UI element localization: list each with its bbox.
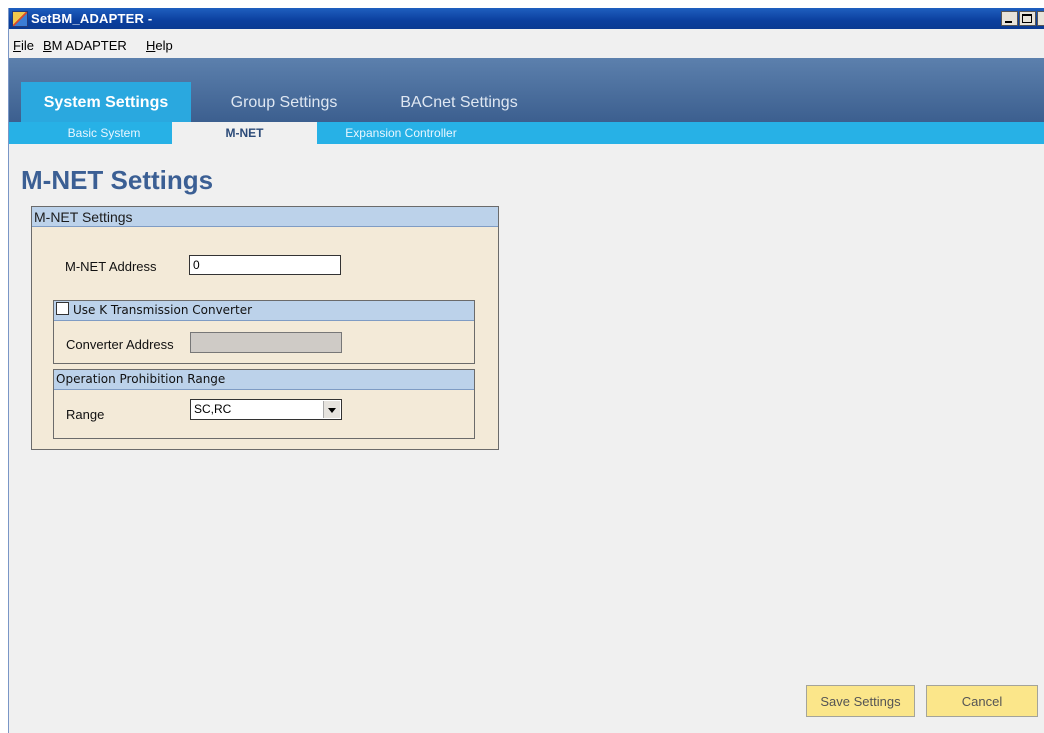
close-icon[interactable] — [1037, 11, 1044, 26]
app-window: SetBM_ADAPTER - File BM ADAPTER Help Sys… — [8, 8, 1044, 733]
tab-system-settings[interactable]: System Settings — [21, 82, 191, 122]
menu-bm-adapter-mnemonic: B — [43, 38, 52, 53]
menu-help[interactable]: Help — [146, 38, 173, 53]
subtab-expansion-controller[interactable]: Expansion Controller — [321, 122, 481, 144]
menu-file-label: ile — [20, 38, 34, 53]
range-select[interactable]: SC,RC — [190, 399, 342, 420]
page-title: M-NET Settings — [21, 165, 214, 195]
use-k-converter-checkbox[interactable] — [56, 302, 69, 315]
cancel-button[interactable]: Cancel — [926, 685, 1038, 717]
panel-header: M-NET Settings — [32, 207, 498, 227]
use-k-converter-label: Use K Transmission Converter — [73, 303, 253, 317]
menu-help-mnemonic: H — [146, 38, 156, 53]
mnet-address-label: M-NET Address — [65, 259, 157, 274]
menu-bm-adapter-label: M ADAPTER — [51, 38, 127, 53]
converter-address-label: Converter Address — [66, 337, 174, 352]
prohibition-range-group: Operation Prohibition Range Range SC,RC — [53, 369, 475, 439]
converter-address-input[interactable] — [190, 332, 342, 353]
tab-bacnet-settings[interactable]: BACnet Settings — [379, 82, 539, 122]
title-bar[interactable]: SetBM_ADAPTER - — [9, 8, 1044, 29]
menu-file-mnemonic: F — [13, 38, 21, 53]
menu-file[interactable]: File — [13, 38, 34, 53]
maximize-icon[interactable] — [1019, 11, 1036, 26]
window-controls — [1000, 11, 1044, 26]
menu-help-label: elp — [155, 38, 173, 53]
range-label: Range — [66, 407, 105, 422]
mnet-settings-panel: M-NET Settings M-NET Address 0 Use K Tra… — [31, 206, 499, 450]
main-tab-bar: System Settings Group Settings BACnet Se… — [9, 58, 1044, 122]
prohibition-range-header: Operation Prohibition Range — [54, 370, 474, 390]
mnet-address-input[interactable]: 0 — [189, 255, 341, 275]
tab-group-settings[interactable]: Group Settings — [209, 82, 359, 122]
window-title: SetBM_ADAPTER - — [31, 11, 153, 26]
subtab-basic-system[interactable]: Basic System — [49, 122, 159, 144]
menu-bar: File BM ADAPTER Help — [9, 29, 1044, 58]
subtab-m-net[interactable]: M-NET — [172, 122, 317, 144]
k-converter-header: Use K Transmission Converter — [54, 301, 474, 321]
app-icon — [12, 11, 28, 27]
chevron-down-icon[interactable] — [323, 401, 340, 418]
menu-bm-adapter[interactable]: BM ADAPTER — [43, 38, 127, 53]
save-settings-button[interactable]: Save Settings — [806, 685, 915, 717]
range-select-value: SC,RC — [194, 402, 232, 416]
sub-tab-bar: Basic System M-NET Expansion Controller — [9, 122, 1044, 144]
k-converter-group: Use K Transmission Converter Converter A… — [53, 300, 475, 364]
minimize-icon[interactable] — [1001, 11, 1018, 26]
